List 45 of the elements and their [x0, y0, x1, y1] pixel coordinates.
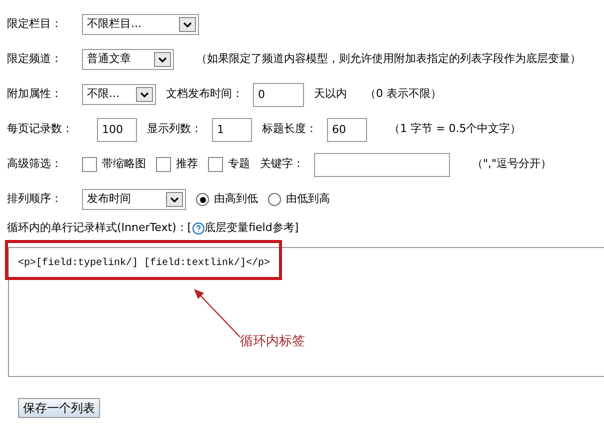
caret-icon — [166, 192, 183, 207]
field-label: 显示列数： — [147, 121, 202, 138]
input-field[interactable]: 1 — [212, 118, 252, 142]
input-field[interactable]: 100 — [97, 118, 137, 142]
caret-icon — [154, 52, 171, 67]
checkbox[interactable] — [156, 157, 171, 172]
field-label: 关键字： — [260, 156, 304, 172]
annotation-label: 循环内标签 — [240, 333, 305, 351]
help-icon — [192, 222, 205, 234]
field-label: 高级筛选： — [7, 156, 62, 172]
field-label: 循环内的单行记录样式(InnerText)：[ — [7, 220, 192, 236]
hint-text: （1 字节 = 0.5个中文字） — [389, 121, 522, 138]
checkbox-label: 专题 — [228, 156, 250, 172]
hint-text: （0 表示不限） — [365, 86, 442, 102]
annotation-arrow — [192, 287, 242, 339]
save-button[interactable]: 保存一个列表 — [18, 398, 100, 418]
checkbox[interactable] — [82, 157, 97, 172]
input-field[interactable]: 0 — [253, 82, 304, 106]
radio-label: 由高到低 — [214, 191, 258, 208]
field-label: 排列顺序： — [7, 191, 62, 208]
field-label: 文档发布时间： — [166, 86, 243, 102]
field-label: 每页记录数： — [7, 121, 73, 138]
caret-icon — [179, 17, 196, 32]
code-text: <p>[field:typelink/] [field:textlink/]</p> — [18, 258, 270, 269]
dropdown[interactable]: 普通文章 — [82, 49, 174, 70]
hint-text: （","逗号分开） — [472, 156, 552, 172]
reference-link[interactable]: 底层变量field参考] — [204, 220, 299, 236]
radio-button[interactable] — [196, 193, 209, 206]
checkbox[interactable] — [208, 157, 223, 172]
radio-button[interactable] — [268, 193, 281, 206]
dropdown[interactable]: 不限... — [82, 84, 156, 105]
checkbox-label: 推荐 — [176, 156, 198, 172]
dropdown[interactable]: 不限栏目... — [82, 14, 199, 35]
checkbox-label: 带缩略图 — [102, 156, 146, 172]
field-label: 标题长度： — [262, 121, 317, 138]
hint-text: （如果限定了频道内容模型，则允许使用附加表指定的列表字段作为底层变量） — [196, 51, 581, 68]
field-label: 附加属性： — [7, 86, 62, 102]
field-label: 限定栏目： — [7, 16, 62, 32]
input-field[interactable]: 60 — [327, 118, 367, 142]
input-field[interactable] — [314, 152, 450, 176]
dropdown[interactable]: 发布时间 — [82, 189, 186, 210]
field-label: 天以内 — [314, 86, 347, 102]
radio-label: 由低到高 — [286, 191, 330, 208]
caret-icon — [136, 87, 153, 102]
field-label: 限定频道： — [7, 51, 62, 68]
